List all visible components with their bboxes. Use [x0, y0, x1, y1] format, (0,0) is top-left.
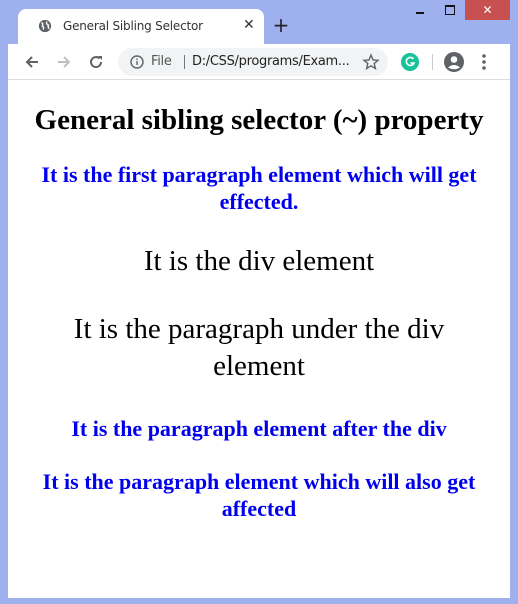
browser-window: General Sibling Selector ✕ + ✕ File D:/C…	[8, 0, 510, 598]
div-element-text: It is the div element	[143, 245, 375, 277]
paragraph-after-div: It is the paragraph element after the di…	[71, 416, 447, 441]
minimize-icon	[416, 12, 424, 14]
forward-arrow-icon	[58, 56, 71, 68]
browser-tab[interactable]: General Sibling Selector ✕	[18, 9, 264, 44]
divider	[184, 55, 185, 69]
reload-button[interactable]	[84, 50, 108, 74]
maximize-icon	[445, 5, 455, 15]
close-icon[interactable]: ✕	[243, 17, 255, 33]
back-arrow-icon	[25, 56, 38, 68]
reload-icon	[90, 56, 103, 69]
globe-icon	[38, 19, 52, 33]
star-icon[interactable]	[362, 53, 380, 71]
address-bar[interactable]: File D:/CSS/programs/Exam...	[118, 48, 388, 76]
url-text[interactable]: D:/CSS/programs/Exam...	[192, 54, 350, 69]
grammarly-icon[interactable]	[401, 53, 419, 71]
page-viewport: General sibling selector (~) property It…	[8, 80, 510, 598]
paragraph-first: It is the first paragraph element which …	[41, 162, 477, 214]
forward-button[interactable]	[52, 50, 76, 74]
back-button[interactable]	[20, 50, 44, 74]
maximize-button[interactable]	[435, 0, 465, 20]
info-icon[interactable]	[130, 55, 144, 69]
toolbar-divider	[432, 54, 433, 70]
new-tab-button[interactable]: +	[270, 14, 292, 36]
browser-toolbar: File D:/CSS/programs/Exam...	[8, 44, 510, 80]
kebab-menu-icon[interactable]	[480, 53, 488, 71]
paragraph-also-affected: It is the paragraph element which will a…	[42, 469, 476, 521]
tab-title: General Sibling Selector	[63, 19, 203, 33]
div-paragraph: It is the paragraph under the div elemen…	[73, 313, 445, 382]
page-heading: General sibling selector (~) property	[34, 104, 484, 136]
minimize-button[interactable]	[405, 0, 435, 20]
profile-icon[interactable]	[444, 52, 464, 72]
window-controls: ✕	[405, 0, 510, 20]
title-bar: General Sibling Selector ✕ + ✕	[8, 0, 510, 44]
close-window-button[interactable]: ✕	[465, 0, 510, 20]
scheme-label: File	[151, 54, 172, 69]
